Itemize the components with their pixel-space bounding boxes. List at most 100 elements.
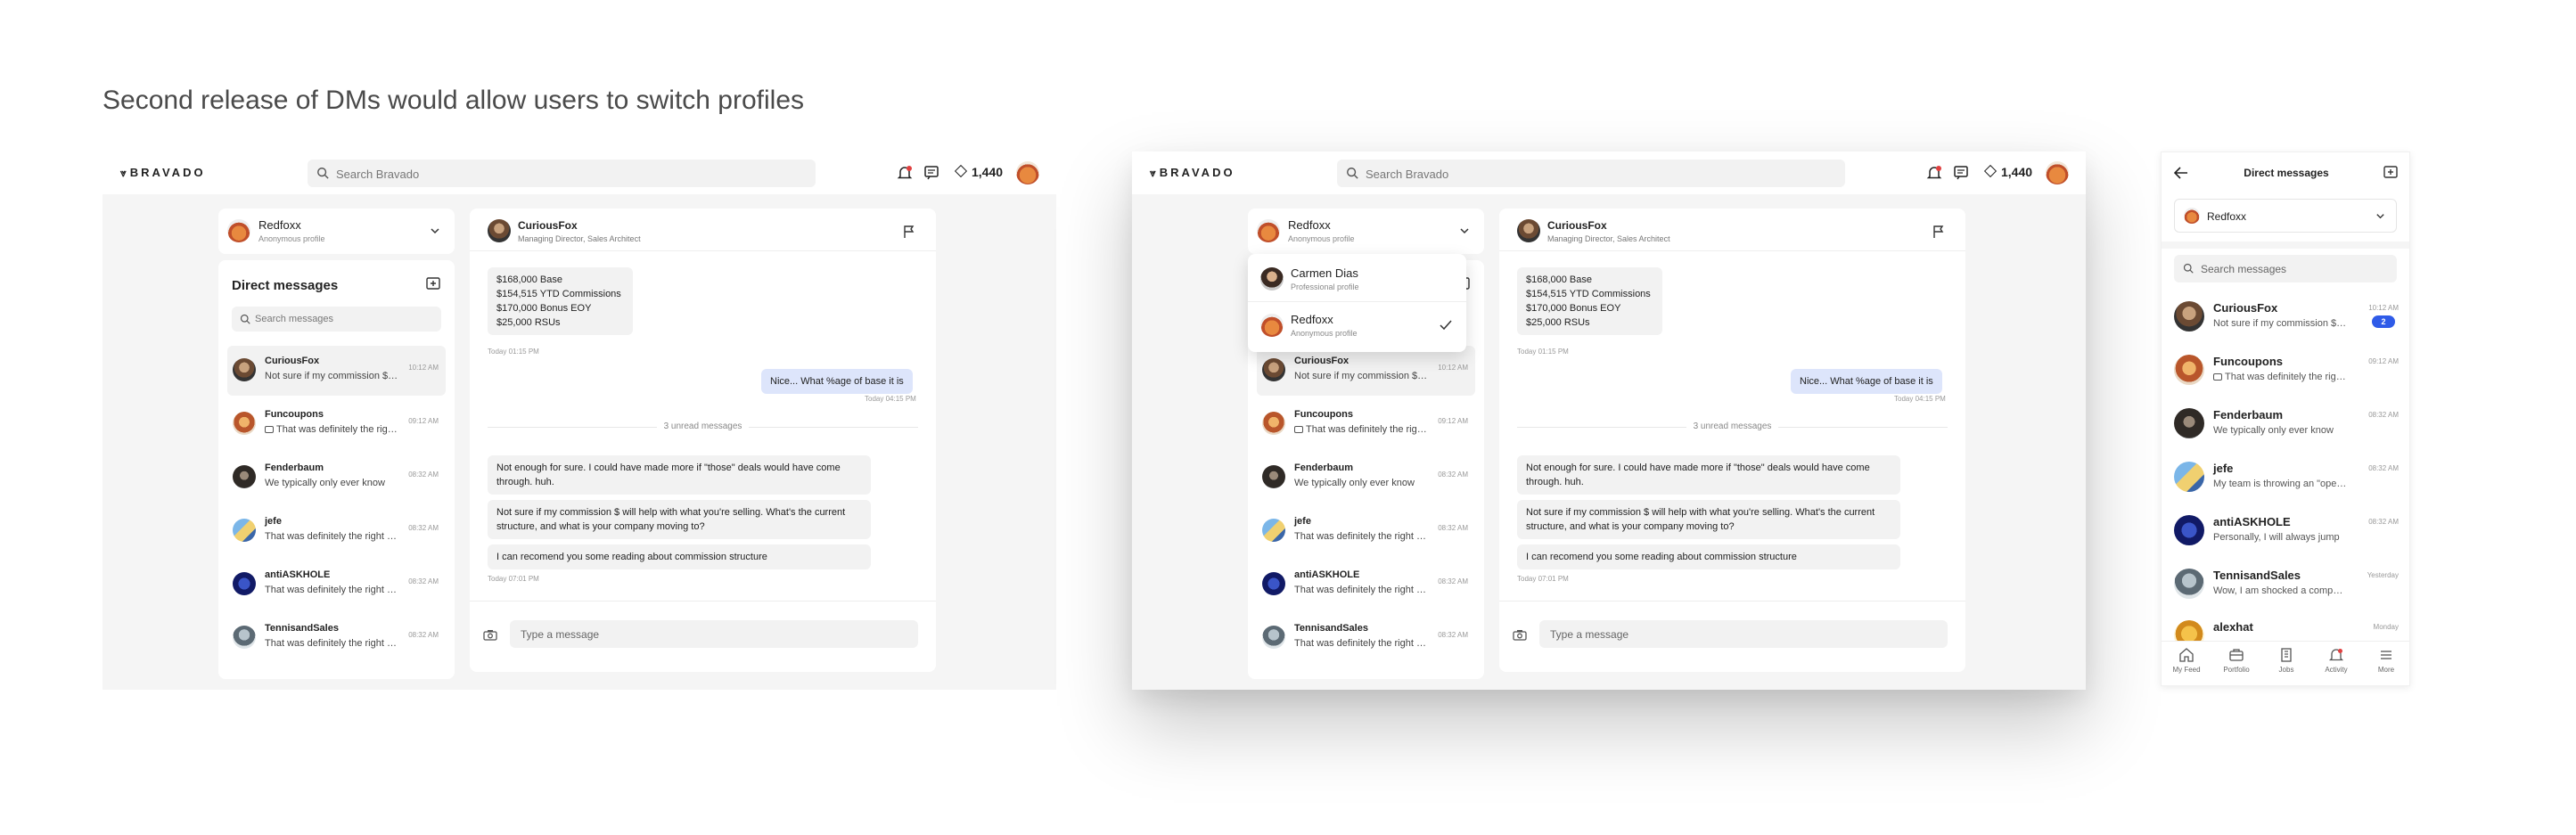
flag-icon[interactable] (1932, 225, 1946, 239)
profile-option-carmen[interactable]: Carmen Dias Professional profile (1248, 256, 1466, 302)
mobile-conversation-item[interactable]: Fenderbaum We typically only ever know 0… (2174, 397, 2402, 447)
top-navigation-bar: ⩔ BRAVADO Search Bravado 1,440 (1132, 151, 2086, 194)
notification-bell-icon[interactable] (1925, 164, 1943, 182)
conversation-preview: That was definitely the right call (1294, 531, 1428, 542)
profile-dropdown-menu: Carmen Dias Professional profile Redfoxx… (1248, 254, 1466, 352)
profile-type: Anonymous profile (1288, 234, 1355, 243)
search-icon (240, 314, 250, 324)
left-column: Redfoxx Anonymous profile Carmen Dias Pr… (1248, 209, 1484, 679)
conversation-name: jefe (265, 516, 282, 527)
conversation-time: 08:32 AM (1438, 577, 1468, 585)
mobile-search-input[interactable]: Search messages (2174, 255, 2397, 282)
conversation-item[interactable]: TennisandSales That was definitely the r… (1257, 613, 1475, 663)
menu-icon (2381, 651, 2391, 659)
left-column: Redfoxx Anonymous profile Direct message… (218, 209, 455, 679)
nav-portfolio[interactable]: Portfolio (2211, 647, 2261, 674)
profile-option-redfoxx[interactable]: Redfoxx Anonymous profile (1248, 302, 1466, 348)
message-timestamp: Today 01:15 PM (1517, 348, 1569, 356)
nav-label: Portfolio (2223, 666, 2250, 674)
mobile-conversation-item[interactable]: jefe My team is throwing an "open house"… (2174, 451, 2402, 501)
bravado-logo[interactable]: ⩔ BRAVADO (120, 166, 206, 180)
conversation-name: antiASKHOLE (265, 569, 331, 580)
dm-title: Direct messages (232, 278, 339, 293)
conversation-time: 08:32 AM (2368, 411, 2399, 419)
messages-icon[interactable] (1952, 164, 1970, 182)
conversation-item[interactable]: CuriousFox Not sure if my commission $ w… (1257, 346, 1475, 396)
conversation-preview: That was definitely the right call (265, 585, 398, 595)
conversation-item[interactable]: jefe That was definitely the right call … (227, 506, 446, 556)
camera-attach-icon[interactable] (1513, 629, 1527, 641)
notification-bell-icon[interactable] (896, 164, 914, 182)
conversation-time: 08:32 AM (408, 631, 439, 639)
camera-icon (1294, 426, 1303, 433)
conversation-name: Fenderbaum (265, 463, 324, 473)
chat-avatar[interactable] (1517, 219, 1540, 242)
conversation-item[interactable]: Funcoupons That was definitely the right… (1257, 399, 1475, 449)
nav-activity[interactable]: Activity (2311, 647, 2361, 674)
desktop-frame-profile-dropdown: ⩔ BRAVADO Search Bravado 1,440 Redfoxx An… (1132, 151, 2086, 690)
avatar (2174, 462, 2204, 492)
chat-contact-name[interactable]: CuriousFox (518, 219, 578, 232)
conversation-item[interactable]: CuriousFox Not sure if my commission $ w… (227, 346, 446, 396)
global-search-input[interactable]: Search Bravado (308, 160, 816, 187)
points-balance[interactable]: 1,440 (1983, 164, 2032, 179)
user-avatar[interactable] (1016, 161, 1039, 184)
avatar (2174, 515, 2204, 545)
received-message: Not sure if my commission $ will help wi… (488, 500, 871, 539)
conversation-time: 08:32 AM (1438, 631, 1468, 639)
profile-switcher[interactable]: Redfoxx Anonymous profile (1248, 209, 1484, 254)
message-timestamp: Today 04:15 PM (865, 395, 916, 403)
conversation-item[interactable]: antiASKHOLE That was definitely the righ… (227, 560, 446, 610)
chat-contact-name[interactable]: CuriousFox (1547, 219, 1607, 232)
bravado-logo[interactable]: ⩔ BRAVADO (1150, 166, 1235, 180)
conversation-name: antiASKHOLE (2213, 515, 2291, 528)
received-message: I can recomend you some reading about co… (488, 544, 871, 569)
received-message: Not enough for sure. I could have made m… (1517, 455, 1900, 495)
conversation-item[interactable]: Funcoupons That was definitely the right… (227, 399, 446, 449)
mobile-conversation-item[interactable]: antiASKHOLE Personally, I will always ju… (2174, 504, 2402, 554)
mobile-conversation-item[interactable]: CuriousFox Not sure if my commission $ w… (2174, 291, 2402, 340)
message-input[interactable]: Type a message (1539, 620, 1948, 648)
conversation-preview: That was definitely the right call (276, 424, 398, 435)
avatar (1262, 412, 1285, 435)
conversation-name: CuriousFox (265, 356, 320, 366)
profile-avatar (227, 219, 250, 242)
avatar (233, 412, 256, 435)
profile-avatar (2184, 208, 2200, 224)
conversation-item[interactable]: Fenderbaum We typically only ever know 0… (227, 453, 446, 503)
nav-more[interactable]: More (2361, 647, 2409, 674)
nav-jobs[interactable]: Jobs (2261, 647, 2311, 674)
unread-divider: 3 unread messages (470, 422, 936, 431)
nav-label: My Feed (2172, 666, 2201, 674)
message-input[interactable]: Type a message (510, 620, 918, 648)
mobile-conversation-item[interactable]: TennisandSales Wow, I am shocked a compa… (2174, 558, 2402, 608)
flag-icon[interactable] (902, 225, 916, 239)
user-avatar[interactable] (2046, 161, 2069, 184)
conversation-item[interactable]: Fenderbaum We typically only ever know 0… (1257, 453, 1475, 503)
conversation-time: 08:32 AM (408, 577, 439, 585)
avatar (2174, 569, 2204, 599)
dm-search-input[interactable]: Search messages (232, 307, 441, 332)
message-line: $154,515 YTD Commissions (1526, 289, 1651, 299)
conversation-item[interactable]: TennisandSales That was definitely the r… (227, 613, 446, 663)
avatar (2174, 355, 2204, 385)
message-line: $170,000 Bonus EOY (1526, 303, 1621, 314)
global-search-input[interactable]: Search Bravado (1337, 160, 1845, 187)
new-message-icon[interactable] (425, 276, 441, 292)
new-message-icon[interactable] (2383, 165, 2399, 181)
top-navigation-bar: ⩔ BRAVADO Search Bravado 1,440 (103, 151, 1056, 194)
camera-attach-icon[interactable] (483, 629, 497, 641)
mobile-title: Direct messages (2244, 167, 2329, 179)
conversation-item[interactable]: antiASKHOLE That was definitely the righ… (1257, 560, 1475, 610)
points-balance[interactable]: 1,440 (954, 164, 1003, 179)
chat-avatar[interactable] (488, 219, 511, 242)
mobile-conversation-item[interactable]: Funcoupons That was definitely the right… (2174, 344, 2402, 394)
chevron-down-icon (2376, 214, 2384, 219)
messages-icon[interactable] (923, 164, 940, 182)
profile-switcher[interactable]: Redfoxx Anonymous profile (218, 209, 455, 254)
logo-mark-icon: ⩔ (120, 167, 127, 179)
dm-search-placeholder: Search messages (255, 314, 334, 324)
mobile-profile-switcher[interactable]: Redfoxx (2174, 199, 2397, 233)
conversation-item[interactable]: jefe That was definitely the right call … (1257, 506, 1475, 556)
nav-my-feed[interactable]: My Feed (2162, 647, 2211, 674)
